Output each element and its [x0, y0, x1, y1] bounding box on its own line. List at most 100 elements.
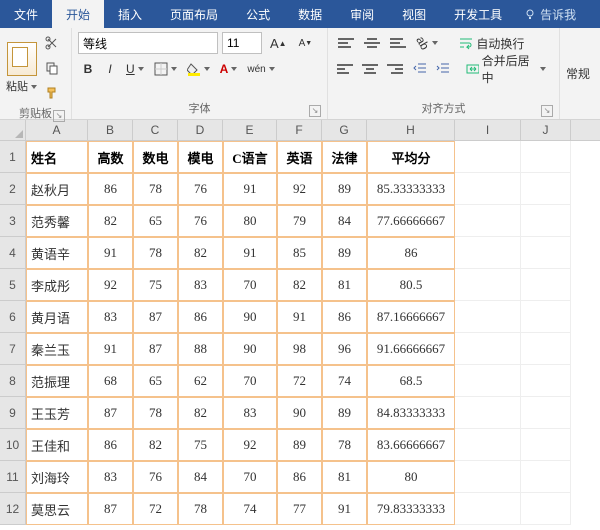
- cell[interactable]: 87: [133, 301, 178, 333]
- align-right-button[interactable]: [384, 58, 407, 80]
- cell[interactable]: 91: [223, 237, 277, 269]
- cell[interactable]: 78: [133, 397, 178, 429]
- cell[interactable]: [455, 173, 521, 205]
- cell[interactable]: 84.83333333: [367, 397, 455, 429]
- cell[interactable]: 77: [277, 493, 322, 525]
- cell[interactable]: 平均分: [367, 141, 455, 173]
- cell[interactable]: [455, 365, 521, 397]
- row-header[interactable]: 5: [0, 269, 26, 301]
- tab-insert[interactable]: 插入: [104, 0, 156, 28]
- cell[interactable]: [455, 237, 521, 269]
- cell[interactable]: 范振理: [26, 365, 88, 397]
- cell[interactable]: 数电: [133, 141, 178, 173]
- cell[interactable]: [521, 365, 571, 397]
- cell[interactable]: 77.66666667: [367, 205, 455, 237]
- cell[interactable]: 98: [277, 333, 322, 365]
- cell[interactable]: 83: [223, 397, 277, 429]
- cell[interactable]: 90: [277, 397, 322, 429]
- cell[interactable]: 范秀馨: [26, 205, 88, 237]
- fill-color-button[interactable]: [183, 58, 214, 80]
- cell[interactable]: 法律: [322, 141, 367, 173]
- tab-file[interactable]: 文件: [0, 0, 52, 28]
- cell[interactable]: 65: [133, 365, 178, 397]
- column-header-F[interactable]: F: [277, 120, 322, 140]
- cell[interactable]: 89: [322, 237, 367, 269]
- cell[interactable]: 75: [178, 429, 223, 461]
- align-launcher-icon[interactable]: ↘: [541, 105, 553, 117]
- cell[interactable]: 87: [88, 493, 133, 525]
- cell[interactable]: 81: [322, 269, 367, 301]
- increase-font-button[interactable]: A▲: [266, 32, 291, 54]
- cell[interactable]: 91: [88, 237, 133, 269]
- cell[interactable]: 87: [133, 333, 178, 365]
- cell[interactable]: 92: [223, 429, 277, 461]
- cell[interactable]: 68: [88, 365, 133, 397]
- cell[interactable]: [455, 493, 521, 525]
- cell[interactable]: [455, 141, 521, 173]
- tab-layout[interactable]: 页面布局: [156, 0, 232, 28]
- column-header-I[interactable]: I: [455, 120, 521, 140]
- row-header[interactable]: 11: [0, 461, 26, 493]
- cell[interactable]: [521, 493, 571, 525]
- row-header[interactable]: 1: [0, 141, 26, 173]
- decrease-indent-button[interactable]: [409, 58, 430, 80]
- cell[interactable]: [455, 301, 521, 333]
- cell[interactable]: 86: [277, 461, 322, 493]
- cell[interactable]: 86: [88, 173, 133, 205]
- cell[interactable]: 82: [88, 205, 133, 237]
- cell[interactable]: 82: [277, 269, 322, 301]
- cell[interactable]: 79.83333333: [367, 493, 455, 525]
- italic-button[interactable]: I: [100, 58, 120, 80]
- cell[interactable]: [455, 461, 521, 493]
- cell[interactable]: 莫思云: [26, 493, 88, 525]
- bold-button[interactable]: B: [78, 58, 98, 80]
- cell[interactable]: [521, 237, 571, 269]
- cell[interactable]: 83: [178, 269, 223, 301]
- merge-center-button[interactable]: 合并后居中: [459, 58, 553, 80]
- cell[interactable]: 78: [178, 493, 223, 525]
- tab-data[interactable]: 数据: [284, 0, 336, 28]
- cell[interactable]: 75: [133, 269, 178, 301]
- align-middle-button[interactable]: [360, 32, 384, 54]
- cell[interactable]: 68.5: [367, 365, 455, 397]
- cell[interactable]: 92: [88, 269, 133, 301]
- cell[interactable]: 82: [178, 237, 223, 269]
- cell[interactable]: [521, 461, 571, 493]
- cell[interactable]: 79: [277, 205, 322, 237]
- column-header-B[interactable]: B: [88, 120, 133, 140]
- cell[interactable]: 86: [367, 237, 455, 269]
- align-center-button[interactable]: [359, 58, 382, 80]
- cell[interactable]: 70: [223, 269, 277, 301]
- wrap-text-button[interactable]: 自动换行: [452, 32, 531, 54]
- cell[interactable]: 74: [322, 365, 367, 397]
- cut-button[interactable]: [41, 32, 63, 54]
- column-header-C[interactable]: C: [133, 120, 178, 140]
- cell[interactable]: 89: [322, 397, 367, 429]
- cell[interactable]: 85: [277, 237, 322, 269]
- cell[interactable]: 83: [88, 301, 133, 333]
- cell[interactable]: 89: [322, 173, 367, 205]
- borders-button[interactable]: [150, 58, 181, 80]
- cell[interactable]: [521, 205, 571, 237]
- tell-me[interactable]: 告诉我: [516, 0, 584, 28]
- cell[interactable]: 王玉芳: [26, 397, 88, 429]
- cell[interactable]: [455, 205, 521, 237]
- column-header-A[interactable]: A: [26, 120, 88, 140]
- row-header[interactable]: 10: [0, 429, 26, 461]
- cell[interactable]: [521, 301, 571, 333]
- decrease-font-button[interactable]: A▼: [295, 32, 317, 54]
- cell[interactable]: 模电: [178, 141, 223, 173]
- cell[interactable]: 96: [322, 333, 367, 365]
- cell[interactable]: 80: [223, 205, 277, 237]
- cell[interactable]: 76: [178, 173, 223, 205]
- cell[interactable]: 姓名: [26, 141, 88, 173]
- tab-home[interactable]: 开始: [52, 0, 104, 28]
- align-top-button[interactable]: [334, 32, 358, 54]
- cell[interactable]: 91: [223, 173, 277, 205]
- copy-button[interactable]: [41, 57, 63, 79]
- clipboard-launcher-icon[interactable]: ↘: [53, 110, 65, 122]
- cell[interactable]: 秦兰玉: [26, 333, 88, 365]
- cell[interactable]: 74: [223, 493, 277, 525]
- cell[interactable]: 72: [133, 493, 178, 525]
- cell[interactable]: 76: [133, 461, 178, 493]
